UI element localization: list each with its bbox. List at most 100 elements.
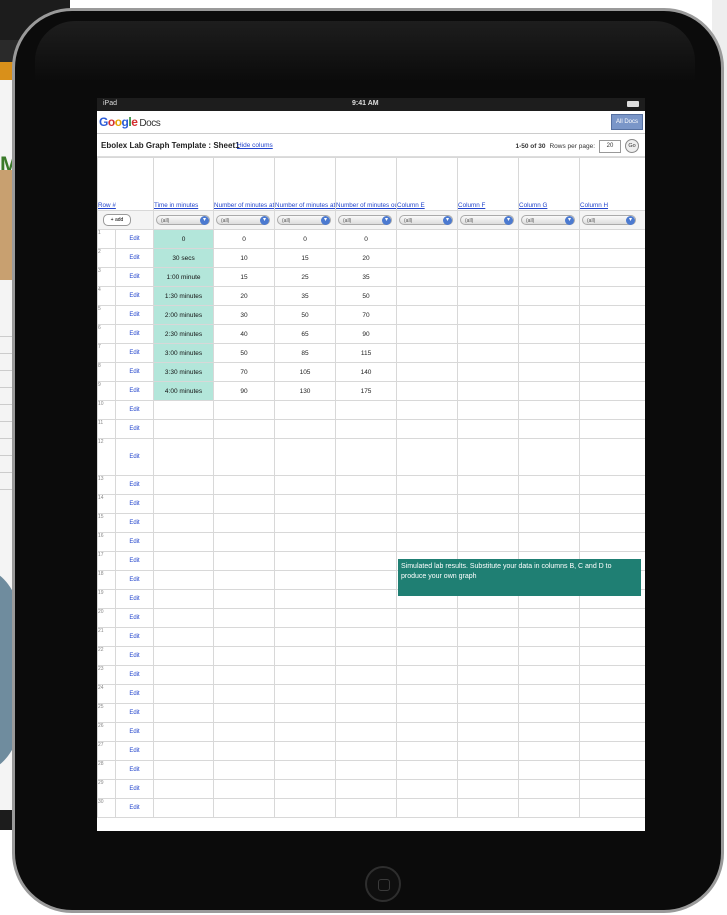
all-docs-button[interactable]: All Docs <box>611 114 643 130</box>
empty-cell[interactable] <box>457 665 520 685</box>
empty-cell[interactable] <box>396 684 459 704</box>
window-cell[interactable] <box>274 608 337 628</box>
empty-cell[interactable] <box>457 343 520 363</box>
edit-link[interactable]: Edit <box>114 267 155 287</box>
time-cell[interactable]: 1:30 minutes <box>153 286 215 306</box>
empty-cell[interactable] <box>396 475 459 495</box>
window-cell[interactable] <box>274 589 337 609</box>
time-cell[interactable]: 0 <box>153 229 215 249</box>
window-cell[interactable] <box>274 551 337 571</box>
outside-cell[interactable] <box>335 627 398 647</box>
empty-cell[interactable] <box>579 684 645 704</box>
empty-cell[interactable] <box>457 286 520 306</box>
empty-cell[interactable] <box>396 513 459 533</box>
window-cell[interactable] <box>274 779 337 799</box>
empty-cell[interactable] <box>396 286 459 306</box>
edit-link[interactable]: Edit <box>114 570 155 590</box>
empty-cell[interactable] <box>457 248 520 268</box>
empty-cell[interactable] <box>579 229 645 249</box>
google-docs-logo[interactable]: Google Docs <box>99 115 161 129</box>
time-cell[interactable] <box>153 684 215 704</box>
edit-link[interactable]: Edit <box>114 248 155 268</box>
empty-cell[interactable] <box>457 438 520 476</box>
empty-cell[interactable] <box>579 779 645 799</box>
desk-cell[interactable] <box>213 760 276 780</box>
time-cell[interactable] <box>153 494 215 514</box>
time-cell[interactable] <box>153 646 215 666</box>
empty-cell[interactable] <box>457 362 520 382</box>
time-cell[interactable] <box>153 760 215 780</box>
empty-cell[interactable] <box>579 419 645 439</box>
window-cell[interactable]: 50 <box>274 305 337 325</box>
empty-cell[interactable] <box>579 665 645 685</box>
window-cell[interactable]: 130 <box>274 381 337 401</box>
window-cell[interactable] <box>274 684 337 704</box>
outside-cell[interactable]: 175 <box>335 381 398 401</box>
empty-cell[interactable] <box>457 494 520 514</box>
desk-cell[interactable] <box>213 551 276 571</box>
empty-cell[interactable] <box>579 513 645 533</box>
empty-cell[interactable] <box>457 532 520 552</box>
column-header-row-num[interactable]: Row # <box>97 157 155 211</box>
edit-link[interactable]: Edit <box>114 608 155 628</box>
edit-link[interactable]: Edit <box>114 684 155 704</box>
empty-cell[interactable] <box>396 608 459 628</box>
empty-cell[interactable] <box>579 286 645 306</box>
filter-dropdown[interactable]: (all) ▾ <box>521 215 576 225</box>
outside-cell[interactable]: 0 <box>335 229 398 249</box>
window-cell[interactable] <box>274 513 337 533</box>
empty-cell[interactable] <box>518 532 581 552</box>
time-cell[interactable]: 1:00 minute <box>153 267 215 287</box>
edit-link[interactable]: Edit <box>114 646 155 666</box>
empty-cell[interactable] <box>518 324 581 344</box>
time-cell[interactable] <box>153 608 215 628</box>
desk-cell[interactable] <box>213 419 276 439</box>
outside-cell[interactable] <box>335 741 398 761</box>
go-button[interactable]: Go <box>625 139 639 153</box>
filter-dropdown[interactable]: (all) ▾ <box>399 215 454 225</box>
home-button[interactable] <box>365 866 401 902</box>
empty-cell[interactable] <box>579 438 645 476</box>
column-header-2[interactable]: Number of minutes at Desk <box>213 157 276 211</box>
outside-cell[interactable] <box>335 570 398 590</box>
edit-link[interactable]: Edit <box>114 589 155 609</box>
empty-cell[interactable] <box>579 722 645 742</box>
edit-link[interactable]: Edit <box>114 741 155 761</box>
window-cell[interactable] <box>274 494 337 514</box>
empty-cell[interactable] <box>396 741 459 761</box>
outside-cell[interactable] <box>335 532 398 552</box>
empty-cell[interactable] <box>396 381 459 401</box>
desk-cell[interactable] <box>213 570 276 590</box>
edit-link[interactable]: Edit <box>114 400 155 420</box>
time-cell[interactable] <box>153 475 215 495</box>
edit-link[interactable]: Edit <box>114 627 155 647</box>
empty-cell[interactable] <box>396 419 459 439</box>
desk-cell[interactable] <box>213 703 276 723</box>
empty-cell[interactable] <box>396 703 459 723</box>
window-cell[interactable] <box>274 627 337 647</box>
column-header-8[interactable]: Column H <box>579 157 645 211</box>
window-cell[interactable] <box>274 741 337 761</box>
time-cell[interactable]: 2:30 minutes <box>153 324 215 344</box>
filter-dropdown[interactable]: (all) ▾ <box>216 215 271 225</box>
empty-cell[interactable] <box>457 419 520 439</box>
empty-cell[interactable] <box>518 513 581 533</box>
empty-cell[interactable] <box>518 684 581 704</box>
empty-cell[interactable] <box>396 779 459 799</box>
edit-link[interactable]: Edit <box>114 665 155 685</box>
empty-cell[interactable] <box>579 494 645 514</box>
edit-link[interactable]: Edit <box>114 703 155 723</box>
outside-cell[interactable] <box>335 722 398 742</box>
empty-cell[interactable] <box>457 475 520 495</box>
time-cell[interactable] <box>153 665 215 685</box>
desk-cell[interactable] <box>213 513 276 533</box>
empty-cell[interactable] <box>518 438 581 476</box>
empty-cell[interactable] <box>518 722 581 742</box>
window-cell[interactable] <box>274 703 337 723</box>
empty-cell[interactable] <box>457 703 520 723</box>
edit-link[interactable]: Edit <box>114 475 155 495</box>
edit-link[interactable]: Edit <box>114 362 155 382</box>
edit-link[interactable]: Edit <box>114 532 155 552</box>
empty-cell[interactable] <box>457 684 520 704</box>
outside-cell[interactable] <box>335 494 398 514</box>
